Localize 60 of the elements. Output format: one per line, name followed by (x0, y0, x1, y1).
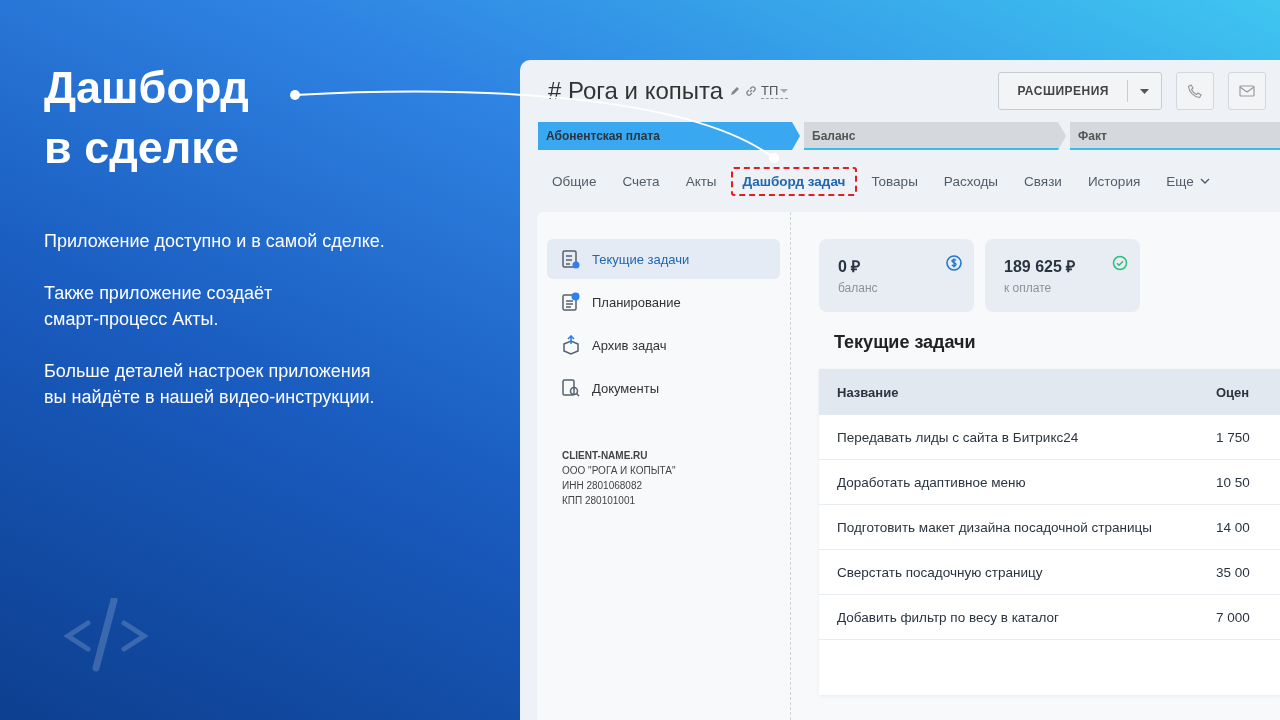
tab[interactable]: Связи (1012, 166, 1074, 196)
table-cell: 1 750 (1216, 415, 1280, 460)
check-circle-icon (1112, 255, 1128, 271)
table-cell: Передавать лиды с сайта в Битрикс24 (819, 415, 1216, 460)
section-title: Текущие задачи (834, 332, 977, 353)
link-icon[interactable] (745, 85, 758, 97)
sidebar-item[interactable]: Текущие задачи (547, 239, 780, 279)
phone-button[interactable] (1176, 72, 1214, 110)
description-text: Больше деталей настроек приложения вы найдёте в нашей видео-инструкции. (44, 360, 376, 409)
caret-icon (780, 87, 789, 94)
description-text: Также приложение создаёт смарт-процесс Акты. (44, 282, 274, 331)
column-header: Название (819, 369, 1216, 415)
company-info-text: CLIENT-NAME.RU (562, 449, 649, 463)
tab[interactable]: Товары (859, 166, 930, 196)
table-cell: Подготовить макет дизайна посадочной страницы (819, 505, 1216, 550)
category-selector[interactable]: ТП (761, 83, 789, 99)
tab[interactable]: Счета (610, 166, 672, 196)
table-cell: 7 000 (1216, 595, 1280, 640)
sidebar-item[interactable]: Документы (547, 368, 780, 408)
document-clock-icon (562, 292, 580, 312)
table-cell: Добавить фильтр по весу в каталог (819, 595, 1216, 640)
mail-icon (1239, 85, 1255, 97)
slide-title: Дашборд в сделке (44, 61, 250, 175)
code-icon (64, 598, 148, 672)
mail-button[interactable] (1228, 72, 1266, 110)
sidebar-item[interactable]: Планирование (547, 282, 780, 322)
description-text: Приложение доступно и в самой сделке. (44, 230, 386, 253)
dollar-icon (946, 255, 962, 271)
pencil-icon[interactable] (729, 85, 742, 97)
caret-icon (1140, 88, 1149, 94)
tab[interactable]: Общие (540, 166, 609, 196)
company-info-text: ООО "РОГА И КОПЫТА" (562, 464, 677, 478)
chevron-down-icon (1199, 178, 1210, 184)
tab[interactable]: История (1075, 166, 1153, 196)
stage-step[interactable]: Баланс (804, 122, 1066, 150)
deal-title: # Рога и копыта (548, 77, 724, 105)
table-cell: 10 50 (1216, 460, 1280, 505)
table-cell: Доработать адаптивное меню (819, 460, 1216, 505)
sidebar-item[interactable]: Архив задач (547, 325, 780, 365)
company-info-text: ИНН 2801068082 (562, 479, 644, 493)
company-info-text: КПП 280101001 (562, 494, 637, 508)
amount-value: 0 ₽ (838, 257, 862, 277)
tab[interactable]: Еще (1154, 166, 1222, 196)
amount-caption: баланс (838, 281, 878, 295)
extensions-button[interactable]: РАСШИРЕНИЯ (998, 72, 1162, 110)
table-cell: 35 00 (1216, 550, 1280, 595)
tab[interactable]: Акты (673, 166, 729, 196)
tab[interactable]: Дашборд задач (730, 166, 858, 196)
table-cell: 14 00 (1216, 505, 1280, 550)
phone-icon (1187, 83, 1203, 99)
document-search-icon (562, 378, 580, 398)
amount-caption: к оплате (1004, 281, 1053, 295)
box-upload-icon (562, 335, 580, 355)
checklist-icon (562, 249, 580, 269)
stage-step[interactable]: Факт (1070, 122, 1280, 150)
column-header: Оцен (1216, 369, 1280, 415)
stage-step[interactable]: Абонентская плата (538, 122, 800, 150)
amount-value: 189 625 ₽ (1004, 257, 1076, 277)
table-cell: Сверстать посадочную страницу (819, 550, 1216, 595)
tab[interactable]: Расходы (931, 166, 1011, 196)
